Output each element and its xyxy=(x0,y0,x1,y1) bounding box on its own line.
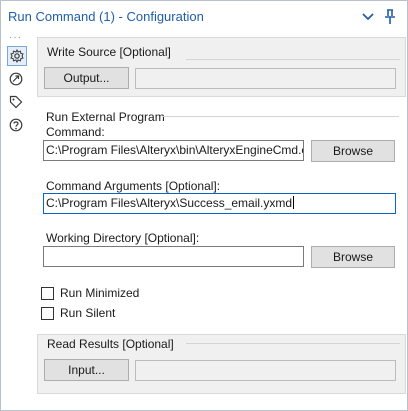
output-button[interactable]: Output... xyxy=(44,67,129,89)
connection-icon[interactable] xyxy=(7,70,25,88)
output-path-field xyxy=(135,68,396,89)
input-button[interactable]: Input... xyxy=(44,359,129,381)
command-args-value: C:\Program Files\Alteryx\Success_email.y… xyxy=(46,196,293,210)
run-minimized-label: Run Minimized xyxy=(60,286,140,300)
command-field[interactable]: C:\Program Files\Alteryx\bin\AlteryxEngi… xyxy=(43,140,304,161)
divider xyxy=(186,59,400,60)
window-title: Run Command (1) - Configuration xyxy=(8,9,204,24)
help-icon[interactable] xyxy=(7,116,25,134)
command-args-label: Command Arguments [Optional]: xyxy=(46,179,221,193)
run-silent-label: Run Silent xyxy=(60,306,116,320)
command-browse-button[interactable]: Browse xyxy=(311,140,395,162)
write-source-group: Write Source [Optional] Output... xyxy=(37,37,406,97)
read-results-group: Read Results [Optional] Input... xyxy=(37,334,406,394)
gear-icon[interactable] xyxy=(7,46,27,66)
working-directory-browse-button[interactable]: Browse xyxy=(311,246,395,268)
write-source-label: Write Source [Optional] xyxy=(47,45,171,59)
input-path-field xyxy=(135,360,396,381)
pin-icon[interactable] xyxy=(381,8,399,26)
run-minimized-checkbox[interactable] xyxy=(41,287,54,300)
drag-handle-icon: ··· xyxy=(9,32,22,43)
read-results-label: Read Results [Optional] xyxy=(47,337,174,351)
run-external-group: Run External Program Command: C:\Program… xyxy=(37,106,404,278)
working-directory-label: Working Directory [Optional]: xyxy=(46,231,200,245)
working-directory-field[interactable] xyxy=(43,246,304,267)
run-external-label: Run External Program xyxy=(46,110,165,124)
run-silent-checkbox[interactable] xyxy=(41,307,54,320)
command-label: Command: xyxy=(46,125,105,139)
divider xyxy=(163,116,399,117)
divider xyxy=(186,343,400,344)
configuration-window: Run Command (1) - Configuration ··· Writ… xyxy=(0,0,408,411)
chevron-down-icon[interactable] xyxy=(359,8,377,26)
title-bar: Run Command (1) - Configuration xyxy=(1,1,407,33)
tag-icon[interactable] xyxy=(7,93,25,111)
text-caret xyxy=(293,196,295,209)
command-args-field[interactable]: C:\Program Files\Alteryx\Success_email.y… xyxy=(43,193,396,214)
